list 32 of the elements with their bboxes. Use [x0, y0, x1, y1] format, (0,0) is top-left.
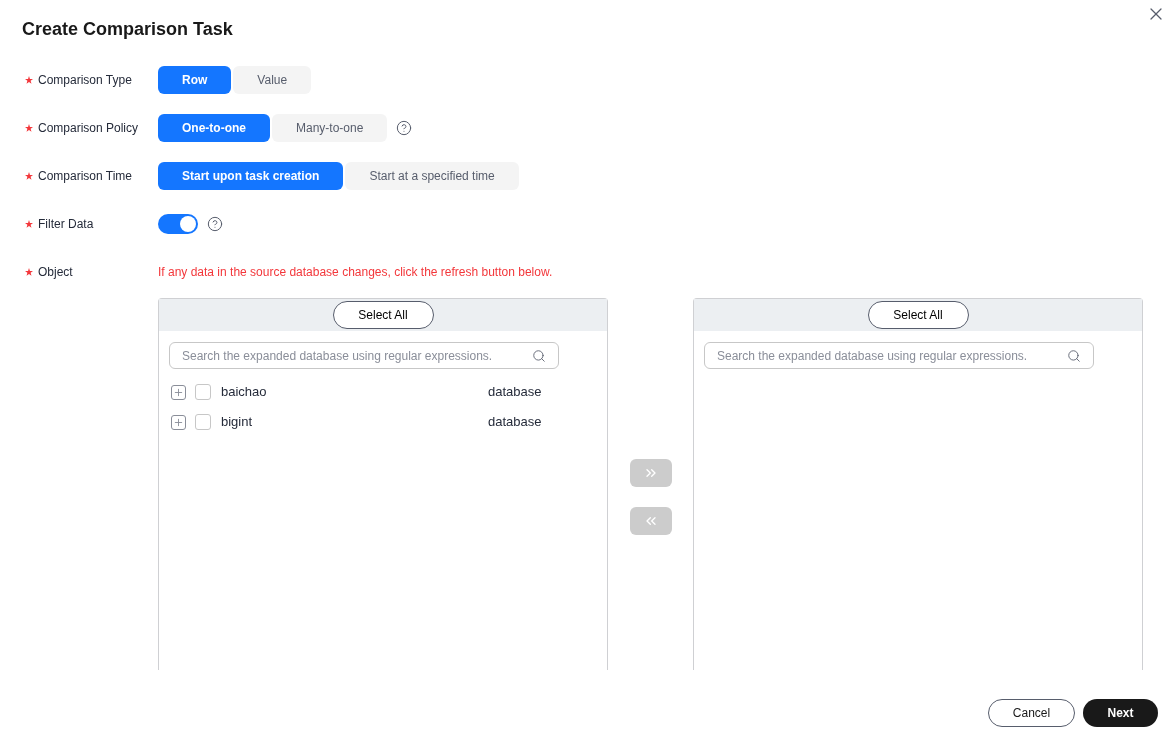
dialog-title: Create Comparison Task: [22, 18, 234, 41]
segment-option[interactable]: Start upon task creation: [158, 162, 344, 190]
select-all-button[interactable]: Select All: [332, 301, 434, 329]
select-all-button[interactable]: Select All: [867, 301, 969, 329]
expand-toggle[interactable]: [171, 414, 186, 430]
search-field[interactable]: Search the expanded database using regular expressions.: [169, 342, 559, 369]
toggle-switch[interactable]: [158, 214, 198, 234]
help-icon[interactable]: [207, 216, 223, 232]
checkbox[interactable]: [195, 384, 211, 400]
field-label: Comparison Policy: [38, 120, 139, 137]
field-label: Comparison Time: [38, 168, 133, 185]
help-icon[interactable]: [396, 120, 413, 136]
expand-toggle[interactable]: [171, 384, 186, 400]
cancel-button[interactable]: Cancel: [988, 699, 1075, 727]
checkbox[interactable]: [195, 414, 211, 430]
field-label: Object: [38, 264, 73, 281]
object-type: database: [488, 383, 542, 402]
search-field[interactable]: Search the expanded database using regular expressions.: [704, 342, 1094, 369]
segment-option[interactable]: Value: [233, 66, 312, 94]
segment-option[interactable]: Start at a specified time: [345, 162, 519, 190]
search-icon[interactable]: [1067, 348, 1081, 363]
database-name: bigint: [221, 413, 254, 432]
next-button[interactable]: Next: [1083, 699, 1158, 727]
refresh-note: If any data in the source database changes, click the refresh button below.: [158, 264, 553, 281]
database-name: baichao: [221, 383, 268, 402]
search-icon[interactable]: [532, 348, 546, 363]
object-type: database: [488, 413, 542, 432]
segment-option[interactable]: Many-to-one: [272, 114, 388, 142]
field-label: Comparison Type: [38, 72, 132, 89]
segment-option[interactable]: One-to-one: [158, 114, 270, 142]
field-label: Filter Data: [38, 216, 94, 233]
segment-option[interactable]: Row: [158, 66, 232, 94]
